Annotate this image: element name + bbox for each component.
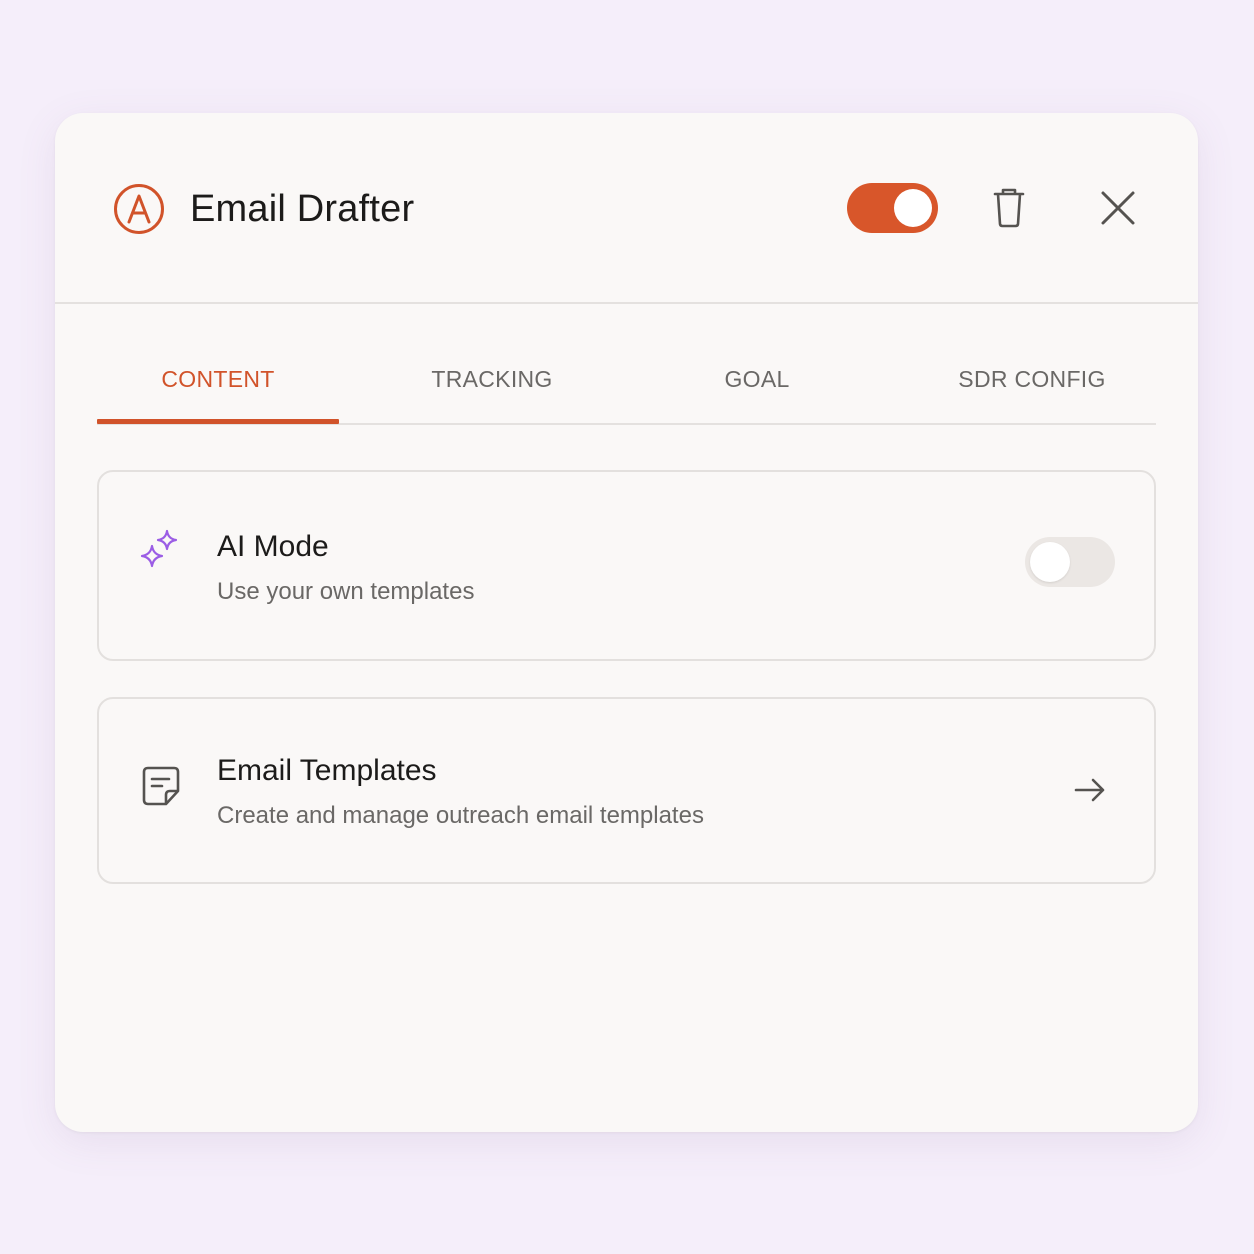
anthropic-a-circle-icon: [114, 184, 164, 234]
toggle-knob: [1030, 542, 1070, 582]
active-tab-indicator: [97, 419, 339, 424]
tab-tracking[interactable]: TRACKING: [367, 351, 617, 423]
enable-toggle[interactable]: [847, 183, 938, 233]
ai-mode-title: AI Mode: [217, 530, 329, 563]
trash-icon[interactable]: [987, 185, 1031, 229]
sparkles-icon: [140, 529, 178, 568]
tab-goal[interactable]: GOAL: [657, 351, 857, 423]
page-title: Email Drafter: [190, 188, 415, 230]
ai-mode-subtitle: Use your own templates: [217, 578, 475, 605]
panel-header: Email Drafter: [55, 113, 1198, 304]
tab-content[interactable]: CONTENT: [97, 351, 339, 423]
email-templates-card[interactable]: Email Templates Create and manage outrea…: [97, 697, 1156, 884]
tab-sdr-config[interactable]: SDR CONFIG: [912, 351, 1152, 423]
ai-mode-card: AI Mode Use your own templates: [97, 470, 1156, 661]
email-drafter-panel: Email Drafter CONTENT TRACKING GOAL SDR …: [55, 113, 1198, 1132]
email-templates-subtitle: Create and manage outreach email templat…: [217, 802, 704, 829]
document-icon: [142, 766, 180, 806]
ai-mode-toggle[interactable]: [1025, 537, 1115, 587]
arrow-right-icon[interactable]: [1073, 775, 1107, 805]
close-icon[interactable]: [1095, 185, 1141, 231]
email-templates-title: Email Templates: [217, 754, 437, 787]
toggle-knob: [894, 189, 932, 227]
tab-bar: CONTENT TRACKING GOAL SDR CONFIG: [97, 351, 1156, 425]
